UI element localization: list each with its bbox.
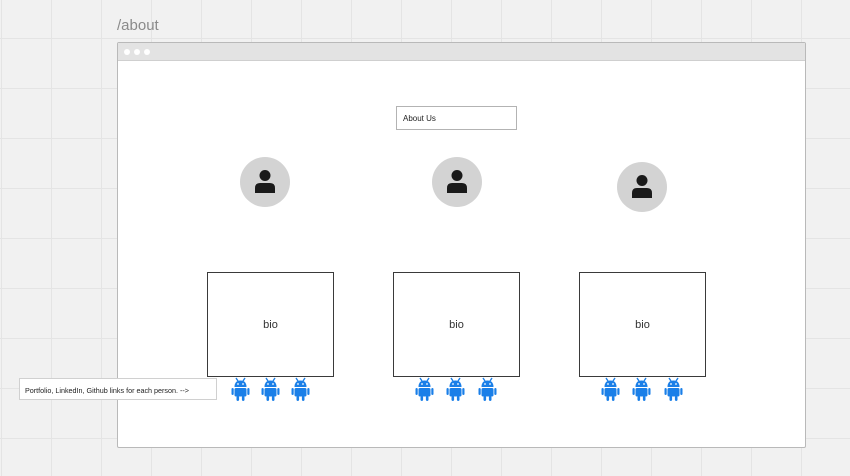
user-icon [447, 170, 467, 193]
android-icon[interactable] [664, 377, 683, 401]
user-icon [255, 170, 275, 193]
annotation-note: Portfolio, LinkedIn, Github links for ea… [19, 378, 217, 400]
avatar [432, 157, 482, 207]
bio-box: bio [207, 272, 334, 377]
page-title: About Us [396, 106, 517, 130]
window-control-dot[interactable] [134, 49, 140, 55]
android-icon[interactable] [478, 377, 497, 401]
bio-box: bio [393, 272, 520, 377]
avatar [617, 162, 667, 212]
bio-box: bio [579, 272, 706, 377]
android-icon[interactable] [291, 377, 310, 401]
android-icon[interactable] [261, 377, 280, 401]
route-label: /about [117, 17, 159, 34]
browser-titlebar [118, 43, 805, 61]
android-icon[interactable] [601, 377, 620, 401]
window-control-dot[interactable] [124, 49, 130, 55]
android-icon[interactable] [231, 377, 250, 401]
android-icon[interactable] [446, 377, 465, 401]
android-icon[interactable] [415, 377, 434, 401]
window-control-dot[interactable] [144, 49, 150, 55]
avatar [240, 157, 290, 207]
android-icon[interactable] [632, 377, 651, 401]
user-icon [632, 175, 652, 198]
